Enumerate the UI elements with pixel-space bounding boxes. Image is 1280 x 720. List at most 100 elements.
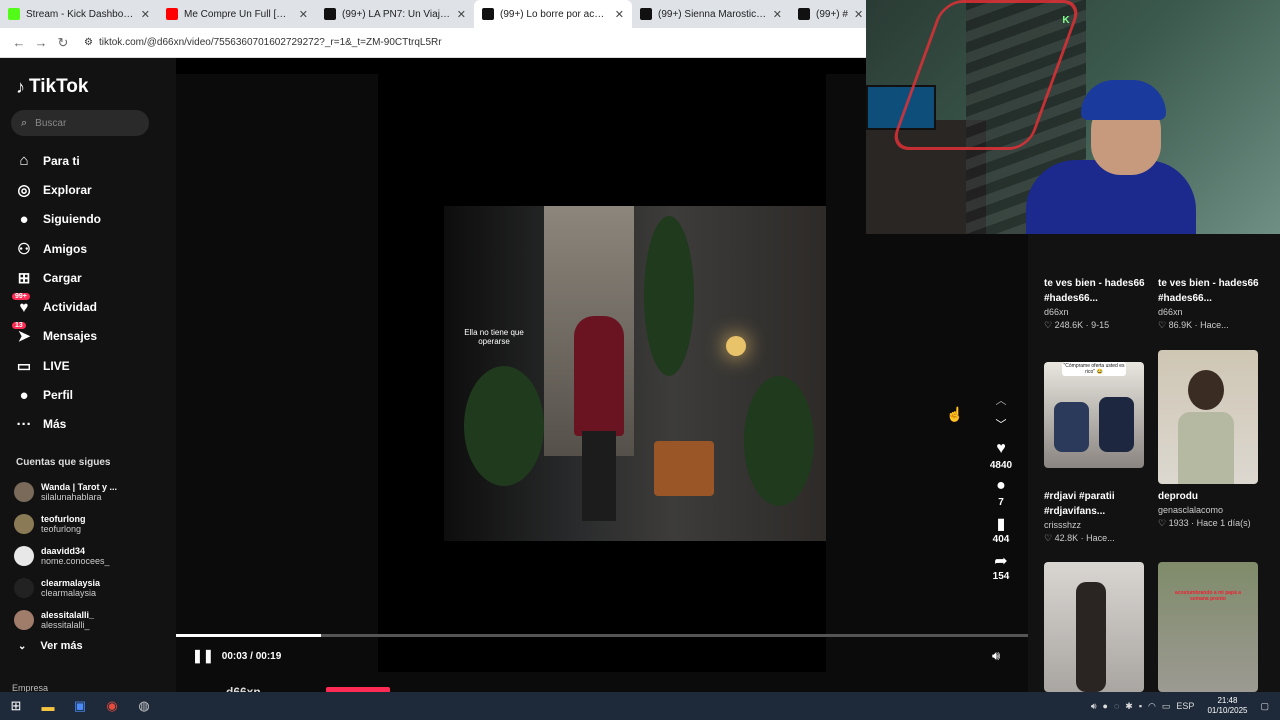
following-header: Cuentas que sigues: [16, 457, 111, 468]
close-icon[interactable]: ✕: [457, 8, 466, 21]
nvidia-icon[interactable]: ▪: [1139, 701, 1142, 711]
rec-user: d66xn: [1044, 307, 1069, 317]
clock[interactable]: 21:48 01/10/2025: [1207, 696, 1247, 716]
heart-icon: ♥: [996, 440, 1006, 457]
recommendations-panel: te ves bien - hades66 #hades66... d66xn …: [1028, 234, 1280, 692]
close-icon[interactable]: ✕: [615, 8, 624, 21]
tab-title: Stream - Kick Dashboard: [26, 8, 135, 20]
followed-account[interactable]: alessitalalli_ alessitalalli_: [14, 604, 174, 636]
sidebar: ♪ TikTok ⌕ Buscar ⌂ Para ti ◎ Explorar ● Sigu…: [0, 58, 176, 692]
nav-item[interactable]: ● Siguiendo: [14, 205, 174, 234]
browser-tab[interactable]: Stream - Kick Dashboard ✕: [0, 0, 158, 28]
account-name: clearmalaysia: [41, 578, 101, 588]
battery-icon[interactable]: ▭: [1162, 701, 1171, 712]
bluetooth-icon[interactable]: ✱: [1125, 701, 1133, 712]
followed-account[interactable]: teofurlong teofurlong: [14, 508, 174, 540]
company-link[interactable]: Empresa: [12, 683, 48, 692]
like-action[interactable]: ♥ 4840: [984, 440, 1018, 471]
account-name: alessitalalli_: [41, 610, 95, 620]
volume-icon[interactable]: 🔊︎: [1091, 701, 1097, 712]
reload-icon[interactable]: ↻: [52, 35, 74, 51]
rec-stats: ♡ 248.6K · 9-15: [1044, 320, 1110, 330]
cursor-icon: ☝: [946, 406, 964, 422]
app-icon[interactable]: ▣: [64, 692, 96, 720]
nav-item[interactable]: ⊞ Cargar: [14, 263, 174, 292]
forward-icon[interactable]: →: [30, 35, 52, 50]
comment-action[interactable]: ● 7: [984, 477, 1018, 508]
chevron-up-icon[interactable]: ︿: [984, 392, 1018, 408]
obs-icon[interactable]: ◍: [128, 692, 160, 720]
notifications-icon[interactable]: ▢: [1260, 701, 1269, 712]
tiktok-logo[interactable]: ♪ TikTok: [16, 76, 88, 98]
recommended-video[interactable]: deprodu genasclalacomo ♡ 1933 · Hace 1 d…: [1158, 489, 1264, 530]
language-indicator[interactable]: ESP: [1176, 701, 1194, 711]
logo-text: TikTok: [29, 76, 89, 97]
rec-stats: ♡ 42.8K · Hace...: [1044, 533, 1115, 543]
rec-thumbnail[interactable]: [1044, 562, 1144, 692]
tab-title: (99+) #: [816, 8, 848, 20]
nav-item[interactable]: ◎ Explorar: [14, 175, 174, 204]
browser-tab[interactable]: (99+) # ✕: [790, 0, 871, 28]
tab-favicon-icon: [166, 8, 178, 20]
account-username: alessitalalli_: [41, 620, 90, 630]
followed-account[interactable]: clearmalaysia clearmalaysia: [14, 572, 174, 604]
close-icon[interactable]: ✕: [141, 8, 150, 21]
close-icon[interactable]: ✕: [854, 8, 863, 21]
browser-tab[interactable]: Me Compre Un Full [Oficial Vi... ✕: [158, 0, 316, 28]
close-icon[interactable]: ✕: [299, 8, 308, 21]
nav-item[interactable]: ➤ 13 Mensajes: [12, 322, 174, 351]
recommended-video[interactable]: te ves bien - hades66 #hades66... d66xn …: [1044, 276, 1150, 332]
share-action[interactable]: ➦ 154: [984, 551, 1018, 582]
rec-thumbnail[interactable]: "Cómprame oferta usted es rico" 😂: [1044, 362, 1144, 468]
save-action[interactable]: ▮ 404: [984, 514, 1018, 545]
network-icon[interactable]: ◌: [1114, 701, 1119, 711]
back-icon[interactable]: ←: [8, 35, 30, 50]
account-username: nome.conocees_: [41, 556, 110, 566]
tab-title: (99+) Sienna Marostica: Efectiv...: [658, 8, 767, 20]
profile-avatar-icon: ●: [19, 386, 29, 404]
tiktok-note-icon: ♪: [16, 76, 25, 97]
nav-item[interactable]: ♥ 99+ Actividad: [12, 292, 174, 321]
rec-thumbnail[interactable]: [1158, 350, 1258, 484]
video-progress-bar[interactable]: [176, 634, 1028, 637]
recommended-video[interactable]: te ves bien - hades66 #hades66... d66xn …: [1158, 276, 1264, 332]
windows-start-icon[interactable]: ⊞: [0, 692, 32, 720]
thumb-figure: [1099, 397, 1134, 452]
chevron-down-icon[interactable]: ﹀: [984, 416, 1018, 432]
site-info-icon[interactable]: ⚙: [84, 37, 93, 48]
more-icon: ···: [16, 415, 32, 433]
url-text: tiktok.com/@d66xn/video/7556360701602729…: [98, 37, 442, 48]
thumb-overlay-text: acostumbrando a mi papá a semana pronto: [1174, 590, 1242, 602]
volume-icon[interactable]: 🔊︎: [992, 648, 1000, 664]
recommended-video[interactable]: #rdjavi #paratii #rdjavifans... crissshz…: [1044, 489, 1150, 545]
browser-tab[interactable]: (99+) Sienna Marostica: Efectiv... ✕: [632, 0, 790, 28]
playback-controls: ❚❚ 00:03 / 00:19: [192, 648, 281, 664]
video-actions: ︿ ﹀ ♥ 4840 ● 7 ▮ 404 ➦ 154: [984, 392, 1018, 588]
search-input[interactable]: ⌕ Buscar: [11, 110, 149, 136]
nav-item[interactable]: ··· Más: [14, 410, 174, 439]
system-tray: 🔊︎ ● ◌ ✱ ▪ ◠ ▭ ESP 21:48 01/10/2025 ▢: [1088, 692, 1272, 720]
account-name: Wanda | Tarot y ...: [41, 482, 118, 492]
file-explorer-icon[interactable]: ▬: [32, 692, 64, 720]
browser-tab[interactable]: (99+) LA PN7: Un Viaje Inolvida... ✕: [316, 0, 474, 28]
avatar: [14, 482, 34, 502]
followed-account[interactable]: daavidd34 nome.conocees_: [14, 540, 174, 572]
chrome-icon[interactable]: ◉: [96, 692, 128, 720]
browser-tab[interactable]: (99+) Lo borre por accidente 😭 ✕: [474, 0, 632, 28]
steam-icon[interactable]: ●: [1103, 701, 1108, 711]
nav-item[interactable]: ▭ LIVE: [14, 351, 174, 380]
url-field[interactable]: ⚙ tiktok.com/@d66xn/video/75563607016027…: [84, 37, 442, 48]
nav-label: Explorar: [43, 182, 92, 197]
nav-item[interactable]: ⚇ Amigos: [14, 234, 174, 263]
see-more-button[interactable]: ⌄ Ver más: [18, 640, 83, 652]
close-icon[interactable]: ✕: [773, 8, 782, 21]
rec-thumbnail[interactable]: acostumbrando a mi papá a semana pronto: [1158, 562, 1258, 692]
pause-icon[interactable]: ❚❚: [192, 648, 214, 664]
video-content[interactable]: [444, 206, 826, 541]
nav-label: Mensajes: [43, 329, 98, 344]
nav-item[interactable]: ⌂ Para ti: [14, 146, 174, 175]
followed-account[interactable]: Wanda | Tarot y ... silalunahablara: [14, 476, 174, 508]
nav-item[interactable]: ● Perfil: [14, 380, 174, 409]
wifi-icon[interactable]: ◠: [1148, 701, 1156, 712]
rec-user: crissshzz: [1044, 520, 1082, 530]
